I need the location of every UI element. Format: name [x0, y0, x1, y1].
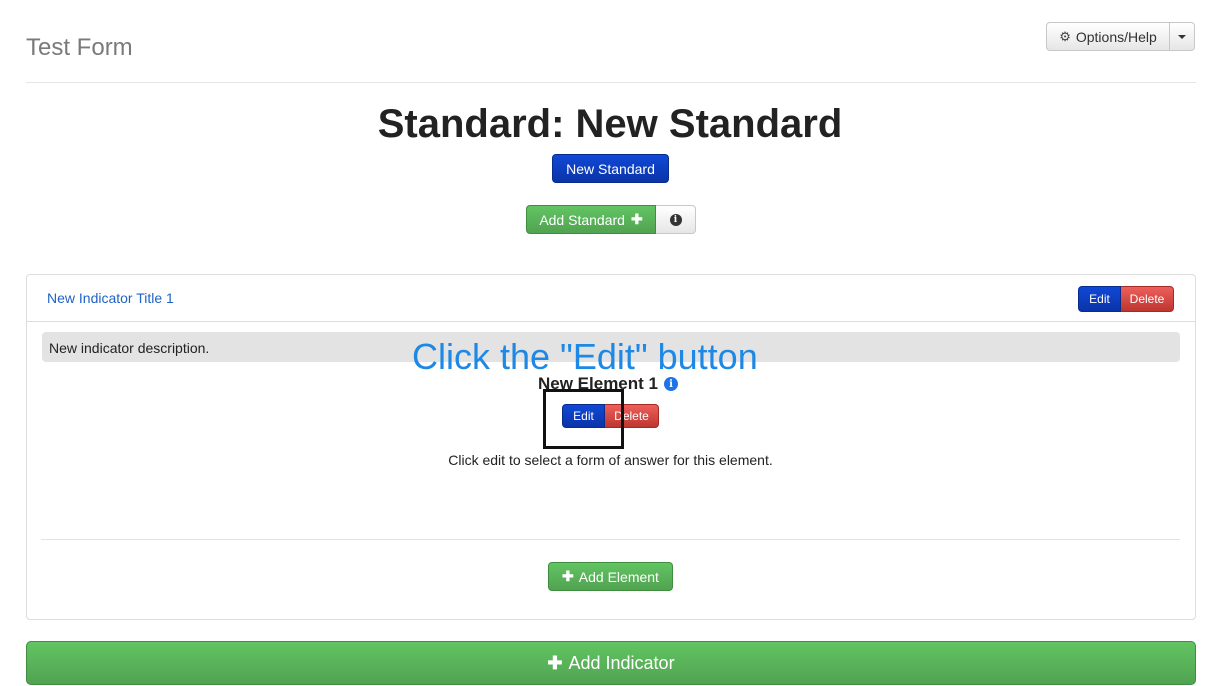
plus-icon: ✚ [630, 211, 643, 227]
options-help-group: ⚙ Options/Help [1046, 22, 1195, 51]
add-indicator-label: Add Indicator [568, 652, 675, 673]
page-title: Test Form [26, 34, 133, 61]
standard-name-button[interactable]: New Standard [552, 154, 669, 183]
plus-icon: ✚ [562, 568, 574, 584]
header-divider [26, 82, 1196, 83]
standard-info-button[interactable]: i [656, 205, 696, 234]
indicator-description: New indicator description. [49, 340, 210, 356]
indicator-title[interactable]: New Indicator Title 1 [47, 290, 174, 306]
options-dropdown-toggle[interactable] [1170, 22, 1195, 51]
add-indicator-button[interactable]: ✚ Add Indicator [26, 641, 1196, 685]
add-element-button[interactable]: ✚ Add Element [548, 562, 673, 591]
element-divider [41, 539, 1180, 540]
plus-icon: ✚ [547, 652, 563, 673]
element-help-text: Click edit to select a form of answer fo… [448, 452, 773, 468]
options-help-button[interactable]: ⚙ Options/Help [1046, 22, 1170, 51]
standard-heading: Standard: New Standard [377, 102, 843, 146]
tutorial-callout: Click the "Edit" button [412, 336, 758, 377]
indicator-edit-button[interactable]: Edit [1078, 286, 1121, 312]
add-standard-button[interactable]: Add Standard ✚ [526, 205, 656, 234]
element-edit-button[interactable]: Edit [562, 404, 605, 428]
add-standard-group: Add Standard ✚ i [526, 205, 696, 234]
element-actions: Edit Delete [562, 404, 659, 428]
add-element-label: Add Element [578, 568, 659, 585]
element-delete-button[interactable]: Delete [605, 404, 659, 428]
options-help-label: Options/Help [1075, 28, 1157, 45]
gear-icon: ⚙ [1059, 28, 1071, 44]
indicator-panel-divider [27, 321, 1195, 322]
info-icon: i [669, 213, 682, 226]
add-standard-label: Add Standard [539, 211, 625, 228]
info-circle-icon[interactable]: i [664, 377, 678, 391]
caret-down-icon [1178, 34, 1186, 39]
indicator-delete-button[interactable]: Delete [1121, 286, 1174, 312]
indicator-actions: Edit Delete [1078, 286, 1174, 312]
